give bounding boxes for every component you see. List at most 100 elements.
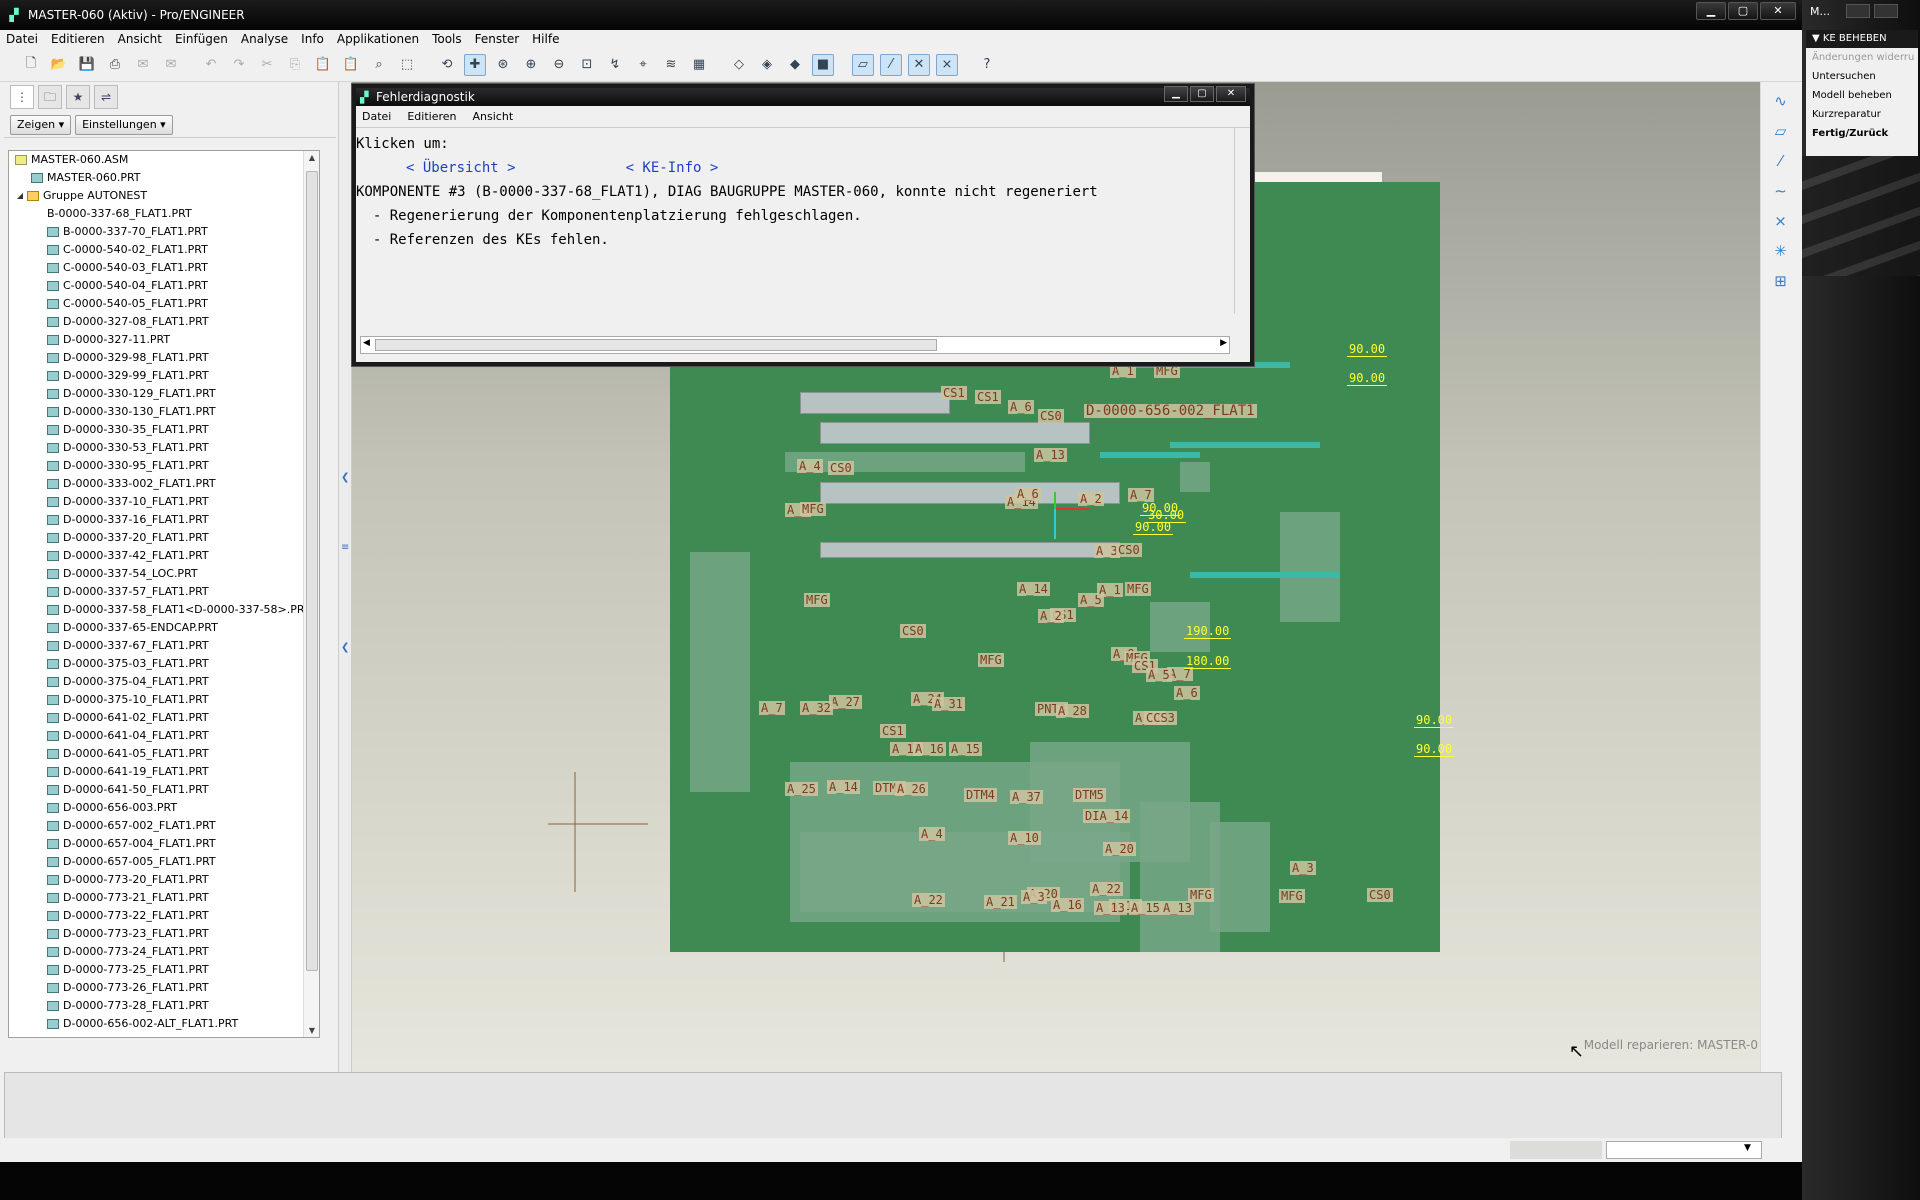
tree-item[interactable]: D-0000-337-67_FLAT1.PRT [9,637,319,655]
feature-label[interactable]: DTM5 [1073,788,1106,802]
datum-planes-icon[interactable]: ▱ [852,53,874,76]
menu-tools[interactable]: Tools [432,32,462,46]
zoom-in-icon[interactable]: ⊕ [520,54,542,76]
dropdown-arrow-icon[interactable]: ▼ [1744,1143,1751,1153]
feature-label[interactable]: A_6 [1174,686,1200,700]
feature-label[interactable]: A_7 [759,701,785,715]
tree-item[interactable]: D-0000-330-129_FLAT1.PRT [9,385,319,403]
tree-item[interactable]: D-0000-773-25_FLAT1.PRT [9,961,319,979]
tree-item[interactable]: D-0000-337-42_FLAT1.PRT [9,547,319,565]
quick-fix-item[interactable]: Kurzreparatur [1806,105,1918,124]
menu-hilfe[interactable]: Hilfe [532,32,559,46]
datum-points-icon[interactable]: ✕ [908,53,930,76]
dimension-label[interactable]: 180.00 [1184,654,1232,669]
tree-item[interactable]: D-0000-337-20_FLAT1.PRT [9,529,319,547]
folder-browser-tab-icon[interactable]: 🗀 [38,85,62,109]
tree-item[interactable]: D-0000-337-57_FLAT1.PRT [9,583,319,601]
dialog-hscrollbar[interactable]: ◀ ▶ [360,336,1230,354]
no-hidden-icon[interactable]: ◆ [784,54,806,76]
tree-item[interactable]: D-0000-773-28_FLAT1.PRT [9,997,319,1015]
feature-label[interactable]: DIA_14 [1083,809,1131,823]
tree-item[interactable]: D-0000-330-53_FLAT1.PRT [9,439,319,457]
feature-label[interactable]: A_6 [1015,487,1041,501]
tree-item[interactable]: D-0000-641-05_FLAT1.PRT [9,745,319,763]
shading-icon[interactable]: ■ [812,53,834,76]
favorites-tab-icon[interactable]: ★ [66,85,90,109]
datum-axis-tool-icon[interactable]: ⁄ [1767,150,1795,172]
dialog-minimize-button[interactable]: ▁ [1164,86,1188,102]
fix-model-item[interactable]: Modell beheben [1806,86,1918,105]
feature-label[interactable]: A_13 [1094,901,1127,915]
sketch-tool-icon[interactable]: ∿ [1767,90,1795,112]
feature-label[interactable]: A_5 [1146,668,1172,682]
tree-item[interactable]: D-0000-375-03_FLAT1.PRT [9,655,319,673]
feature-label[interactable]: MFG [800,502,826,516]
feature-label[interactable]: A_28 [1056,704,1089,718]
layers-icon[interactable]: ≋ [660,54,682,76]
tree-item[interactable]: D-0000-337-10_FLAT1.PRT [9,493,319,511]
dialog-menu-datei[interactable]: Datei [362,110,391,123]
tree-item[interactable]: D-0000-333-002_FLAT1.PRT [9,475,319,493]
close-button[interactable]: ✕ [1760,2,1796,20]
dialog-maximize-button[interactable]: ▢ [1190,86,1214,102]
new-file-icon[interactable]: 🗋 [20,54,42,76]
feature-label[interactable]: MFG [804,593,830,607]
feature-label[interactable]: A_16 [913,742,946,756]
smart-filter-select[interactable] [1606,1141,1762,1159]
feature-label[interactable]: A_22 [912,893,945,907]
ke-info-link[interactable]: < KE-Info > [626,160,719,176]
panel-splitter[interactable]: ❮ ≡ ❮ [338,82,352,1072]
analysis-tool-icon[interactable]: ⊞ [1767,270,1795,292]
reorient-icon[interactable]: ↯ [604,54,626,76]
dimension-label[interactable]: 90.00 [1347,342,1388,357]
wireframe-icon[interactable]: ◇ [728,54,750,76]
spin-center-icon[interactable]: ✚ [464,53,486,76]
open-folder-icon[interactable]: 📂 [48,54,70,76]
tree-item[interactable]: D-0000-657-004_FLAT1.PRT [9,835,319,853]
feature-label[interactable]: MFG [1279,889,1305,903]
feature-label[interactable]: A_7 [1128,488,1154,502]
feature-label[interactable]: A_2 [1078,492,1104,506]
feature-label[interactable]: A_2 [1038,609,1064,623]
menu-applikationen[interactable]: Applikationen [337,32,419,46]
scroll-right-icon[interactable]: ▶ [1220,338,1227,348]
dimension-label[interactable]: 90.00 [1347,371,1388,386]
tree-item[interactable]: D-0000-641-50_FLAT1.PRT [9,781,319,799]
collapse-arrow-icon[interactable]: ❮ [341,472,349,483]
tree-item[interactable]: D-0000-337-16_FLAT1.PRT [9,511,319,529]
feature-label[interactable]: A_3 [1021,890,1047,904]
feature-label[interactable]: DTM4 [964,788,997,802]
coordinate-systems-icon[interactable]: ⨯ [936,53,958,76]
tree-item[interactable]: D-0000-656-003.PRT [9,799,319,817]
zoom-out-icon[interactable]: ⊖ [548,54,570,76]
tree-item[interactable]: D-0000-657-005_FLAT1.PRT [9,853,319,871]
menu-analyse[interactable]: Analyse [241,32,288,46]
feature-label[interactable]: A_37 [1010,790,1043,804]
feature-label[interactable]: CS0 [1116,543,1142,557]
tree-item[interactable]: D-0000-330-130_FLAT1.PRT [9,403,319,421]
scroll-up-icon[interactable]: ▲ [304,153,319,162]
feature-label[interactable]: MFG [1154,364,1180,378]
feature-label[interactable]: A_22 [1090,882,1123,896]
tree-item[interactable]: B-0000-337-68_FLAT1.PRT [9,205,319,223]
tree-item[interactable]: D-0000-641-02_FLAT1.PRT [9,709,319,727]
email-icon[interactable]: ✉ [132,54,154,76]
tree-item[interactable]: D-0000-773-20_FLAT1.PRT [9,871,319,889]
model-tree-tab-icon[interactable]: ⋮ [10,85,34,109]
tree-item[interactable]: D-0000-330-35_FLAT1.PRT [9,421,319,439]
feature-label[interactable]: A_21 [984,895,1017,909]
feature-label[interactable]: CS1 [880,724,906,738]
tree-item[interactable]: D-0000-329-98_FLAT1.PRT [9,349,319,367]
datum-plane-tool-icon[interactable]: ▱ [1767,120,1795,142]
copy-icon[interactable]: ⎘ [284,54,306,76]
overview-link[interactable]: < Übersicht > [406,160,516,176]
feature-label[interactable]: A_32 [800,701,833,715]
tree-item[interactable]: D-0000-657-002_FLAT1.PRT [9,817,319,835]
tree-item[interactable]: C-0000-540-02_FLAT1.PRT [9,241,319,259]
scroll-down-icon[interactable]: ▼ [304,1026,319,1035]
settings-dropdown[interactable]: Einstellungen ▾ [75,114,173,135]
connections-tab-icon[interactable]: ⇌ [94,85,118,109]
tree-item[interactable]: C-0000-540-04_FLAT1.PRT [9,277,319,295]
dimension-label[interactable]: 90.00 [1414,742,1455,757]
tree-item[interactable]: D-0000-375-10_FLAT1.PRT [9,691,319,709]
